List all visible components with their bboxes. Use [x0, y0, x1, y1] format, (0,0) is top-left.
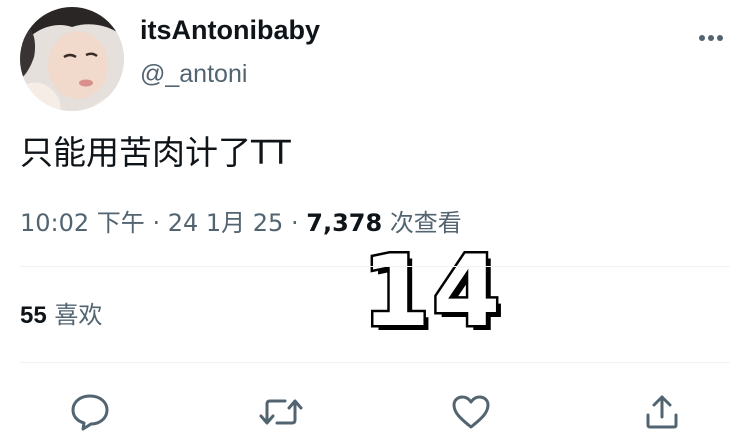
retweet-button[interactable]: [259, 390, 303, 434]
tweet-time[interactable]: 10:02 下午: [20, 209, 145, 237]
meta-separator: ·: [290, 209, 299, 237]
views-label: 次查看: [389, 209, 462, 237]
views-count: 7,378: [306, 209, 383, 237]
display-name[interactable]: itsAntonibaby: [140, 13, 320, 47]
user-handle[interactable]: @_antoni: [140, 58, 247, 90]
reply-button[interactable]: [68, 390, 112, 434]
likes-label: 喜欢: [54, 301, 103, 329]
reply-bubble-icon: [71, 394, 109, 431]
avatar-photo: [20, 7, 124, 111]
likes-count: 55: [20, 302, 47, 329]
tweet-text: 只能用苦肉计了TT: [20, 133, 291, 172]
heart-icon: [452, 395, 490, 429]
more-horizontal-icon[interactable]: [696, 27, 726, 49]
divider: [20, 266, 730, 267]
divider: [20, 362, 730, 363]
tweet-date[interactable]: 24 1月 25: [168, 209, 284, 237]
overlay-number: 14: [359, 235, 503, 349]
meta-separator: ·: [152, 209, 161, 237]
retweet-icon: [259, 399, 303, 425]
avatar[interactable]: [20, 7, 124, 111]
share-arrow-icon: [646, 395, 678, 429]
like-button[interactable]: [449, 390, 493, 434]
share-button[interactable]: [640, 390, 684, 434]
likes-stat[interactable]: 55 喜欢: [20, 298, 102, 333]
